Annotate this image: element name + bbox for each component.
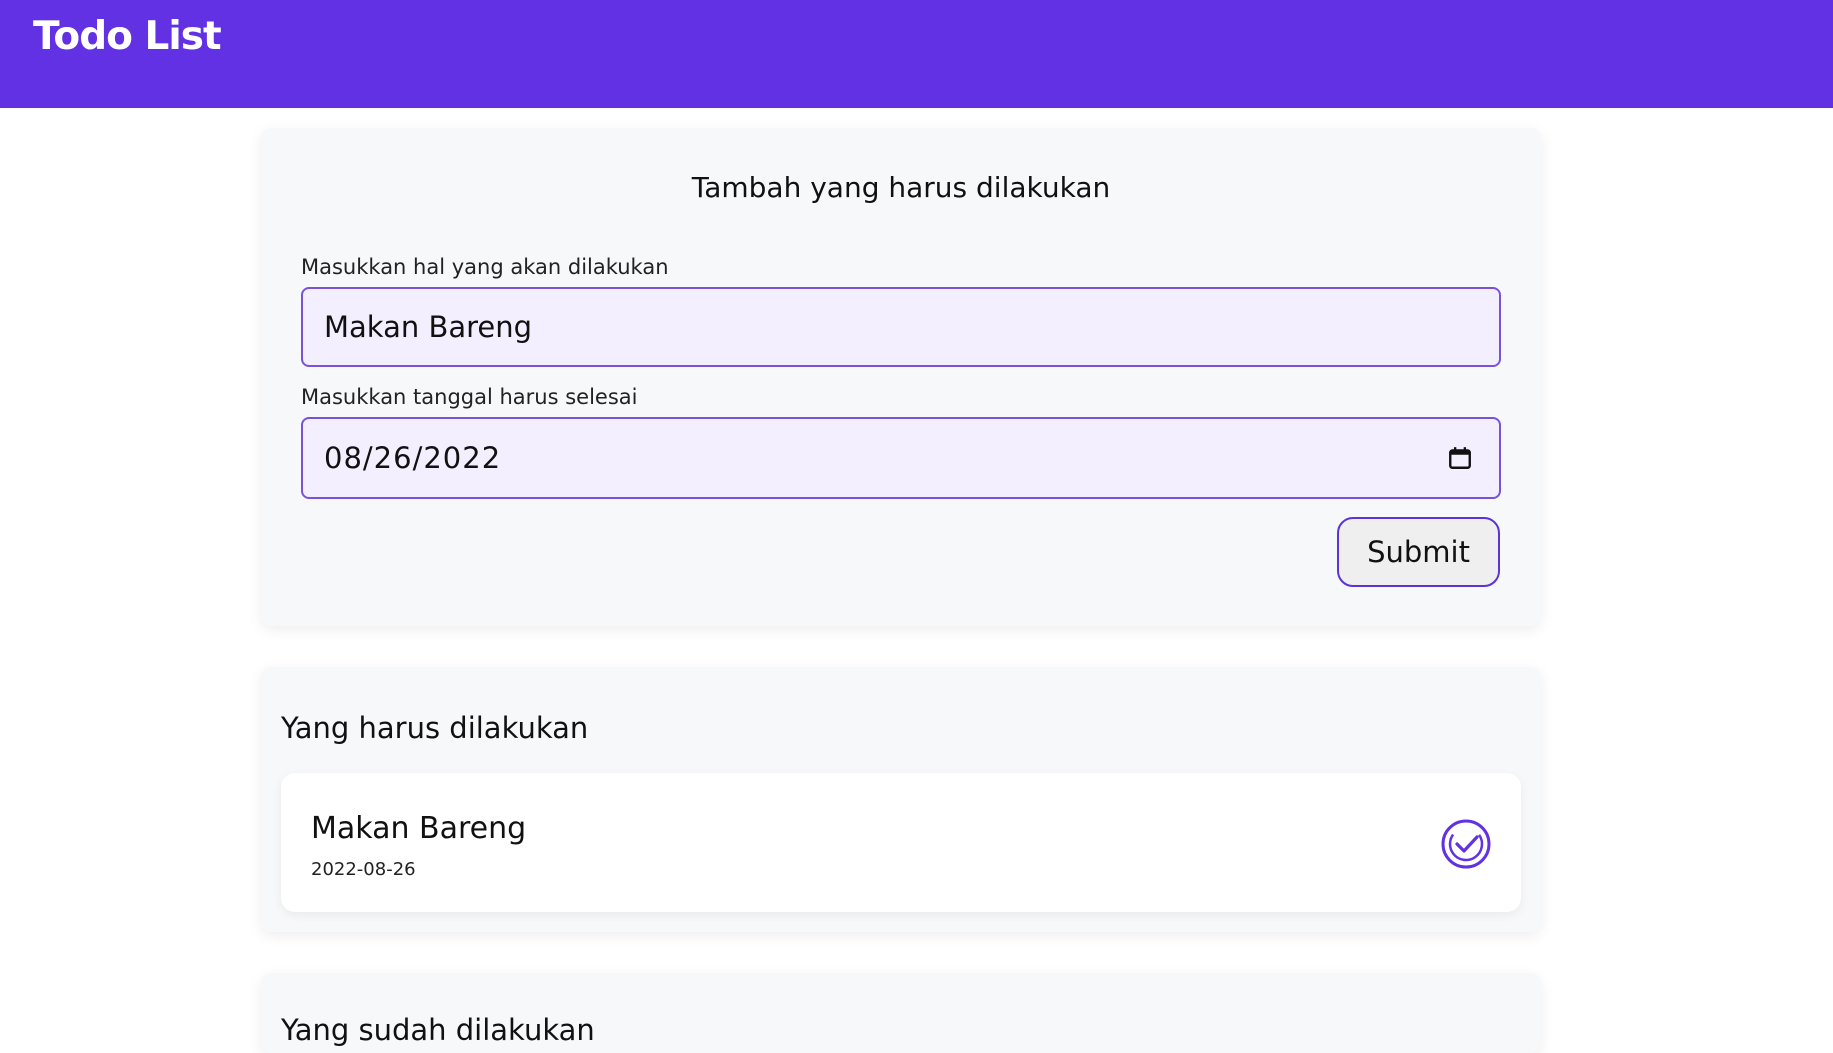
calendar-icon[interactable] [1447,445,1473,471]
todo-section: Yang harus dilakukan Makan Bareng 2022-0… [261,667,1541,932]
submit-button[interactable]: Submit [1337,517,1500,587]
todo-date-value: 08/26/2022 [324,441,502,475]
app-title: Todo List [33,14,222,59]
todo-section-heading: Yang harus dilakukan [281,711,589,745]
todo-date-label: Masukkan tanggal harus selesai [301,385,638,409]
app-header: Todo List [0,0,1833,108]
todo-date-input[interactable]: 08/26/2022 [301,417,1501,499]
done-section-heading: Yang sudah dilakukan [281,1013,595,1047]
done-section: Yang sudah dilakukan [261,973,1541,1053]
check-circle-icon[interactable] [1440,818,1492,870]
todo-item: Makan Bareng 2022-08-26 [281,773,1521,912]
form-heading: Tambah yang harus dilakukan [691,171,1111,204]
todo-item-date: 2022-08-26 [311,859,416,880]
todo-title-input[interactable]: Makan Bareng [301,287,1501,367]
todo-title-value: Makan Bareng [324,310,533,344]
todo-title-label: Masukkan hal yang akan dilakukan [301,255,669,279]
add-todo-form: Tambah yang harus dilakukan Masukkan hal… [261,128,1541,626]
todo-item-title: Makan Bareng [311,811,527,846]
